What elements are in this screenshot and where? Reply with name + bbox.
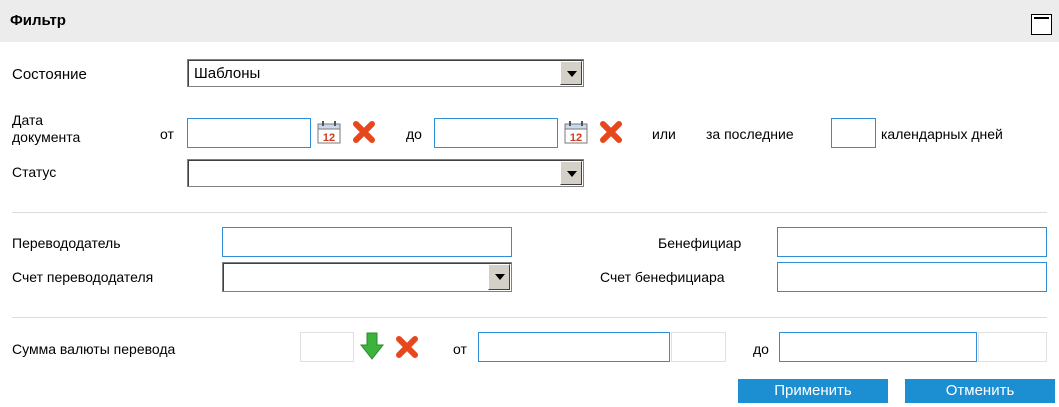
state-select-value: Шаблоны bbox=[194, 65, 261, 82]
cancel-button[interactable]: Отменить bbox=[905, 379, 1055, 403]
clear-icon[interactable] bbox=[351, 119, 377, 145]
amount-to-extra-field[interactable] bbox=[978, 332, 1047, 362]
doc-date-to-input[interactable] bbox=[434, 118, 558, 148]
divider bbox=[12, 212, 1047, 213]
beneficiary-account-label: Счет бенефициара bbox=[600, 269, 725, 285]
state-label: Состояние bbox=[12, 66, 87, 83]
sender-account-label: Счет перевододателя bbox=[12, 269, 154, 285]
doc-date-from-input[interactable] bbox=[187, 118, 311, 148]
last-days-label: за последние bbox=[706, 126, 794, 142]
currency-field[interactable] bbox=[300, 332, 354, 362]
chevron-down-icon[interactable] bbox=[560, 61, 582, 85]
doc-date-label-line2: документа bbox=[12, 129, 81, 145]
clear-icon[interactable] bbox=[394, 334, 420, 360]
chevron-down-icon[interactable] bbox=[560, 161, 582, 185]
beneficiary-label: Бенефициар bbox=[658, 235, 742, 251]
sender-input[interactable] bbox=[222, 227, 512, 257]
beneficiary-input[interactable] bbox=[777, 227, 1047, 257]
beneficiary-account-input[interactable] bbox=[777, 262, 1047, 292]
or-label: или bbox=[652, 126, 676, 142]
filter-header bbox=[0, 0, 1059, 42]
sender-account-select[interactable] bbox=[222, 262, 512, 292]
status-select[interactable] bbox=[187, 159, 584, 187]
amount-from-extra-field[interactable] bbox=[671, 332, 726, 362]
clear-icon[interactable] bbox=[598, 119, 624, 145]
apply-button[interactable]: Применить bbox=[738, 379, 888, 403]
doc-date-from-label: от bbox=[160, 126, 174, 142]
doc-date-to-label: до bbox=[406, 126, 422, 142]
status-label: Статус bbox=[12, 164, 57, 180]
sender-label: Перевододатель bbox=[12, 235, 121, 251]
svg-text:12: 12 bbox=[570, 132, 582, 144]
calendar-icon[interactable]: 12 bbox=[563, 120, 589, 144]
days-input[interactable] bbox=[831, 118, 876, 148]
chevron-down-icon[interactable] bbox=[488, 264, 510, 290]
amount-to-input[interactable] bbox=[779, 332, 977, 362]
calendar-days-label: календарных дней bbox=[881, 126, 1003, 142]
calendar-icon[interactable]: 12 bbox=[316, 120, 342, 144]
amount-label: Сумма валюты перевода bbox=[12, 341, 176, 357]
filter-title: Фильтр bbox=[10, 12, 66, 29]
state-select[interactable]: Шаблоны bbox=[187, 59, 584, 87]
amount-to-label: до bbox=[753, 341, 769, 357]
amount-from-input[interactable] bbox=[478, 332, 670, 362]
doc-date-label: Дата документа bbox=[12, 112, 80, 146]
amount-from-label: от bbox=[453, 341, 467, 357]
collapse-icon[interactable] bbox=[1031, 14, 1052, 35]
arrow-down-icon[interactable] bbox=[359, 331, 385, 361]
svg-text:12: 12 bbox=[323, 132, 335, 144]
divider bbox=[12, 317, 1047, 318]
doc-date-label-line1: Дата bbox=[12, 112, 44, 128]
